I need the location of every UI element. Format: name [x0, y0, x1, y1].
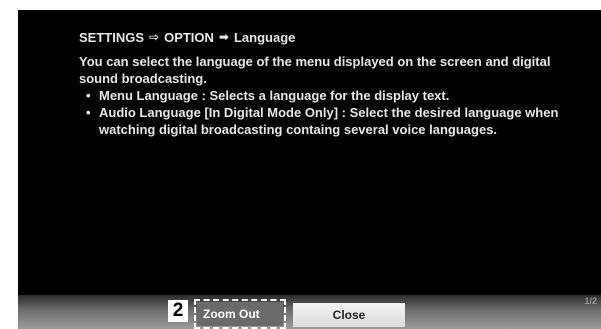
- manual-screen: SETTINGS ⇨ OPTION ➡ Language You can sel…: [0, 0, 601, 329]
- breadcrumb: SETTINGS ⇨ OPTION ➡ Language: [79, 29, 579, 46]
- feature-list: • Menu Language : Selects a language for…: [79, 87, 579, 138]
- zoom-out-button[interactable]: Zoom Out: [194, 299, 286, 329]
- step-number-label: 2: [168, 300, 188, 322]
- arrow-filled-icon: ➡: [218, 30, 229, 44]
- breadcrumb-option: OPTION: [164, 30, 214, 45]
- list-item-text: Audio Language [In Digital Mode Only] : …: [99, 105, 559, 137]
- list-item-menu-language: • Menu Language : Selects a language for…: [79, 87, 579, 104]
- list-item-audio-language: • Audio Language [In Digital Mode Only] …: [79, 104, 579, 138]
- list-item-text: Menu Language : Selects a language for t…: [99, 88, 450, 103]
- page-indicator: 1/2: [584, 296, 597, 306]
- settings-help-panel: SETTINGS ⇨ OPTION ➡ Language You can sel…: [18, 10, 601, 329]
- description-text: You can select the language of the menu …: [79, 54, 551, 86]
- arrow-outline-icon: ⇨: [149, 30, 160, 44]
- close-button[interactable]: Close: [293, 303, 405, 327]
- breadcrumb-settings: SETTINGS: [79, 30, 145, 45]
- bullet-icon: •: [86, 88, 91, 103]
- help-content: SETTINGS ⇨ OPTION ➡ Language You can sel…: [79, 29, 579, 138]
- breadcrumb-language: Language: [233, 30, 296, 45]
- bullet-icon: •: [86, 105, 91, 120]
